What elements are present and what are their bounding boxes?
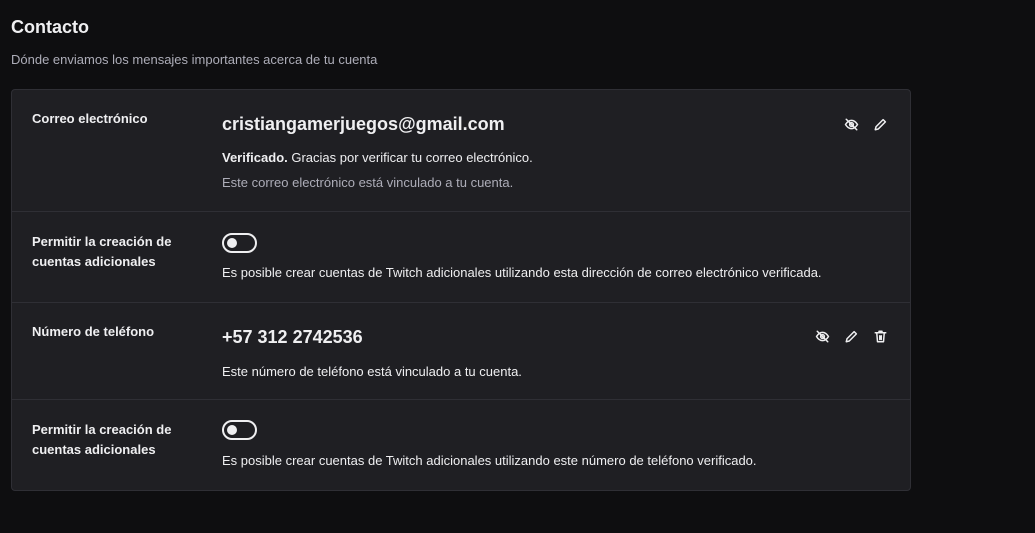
email-linked-text: Este correo electrónico está vinculado a… xyxy=(222,175,514,190)
phone-additional-row: Permitir la creación de cuentas adiciona… xyxy=(12,400,910,490)
email-actions xyxy=(841,114,890,134)
edit-phone-button[interactable] xyxy=(841,326,861,346)
phone-label: Número de teléfono xyxy=(32,324,155,339)
phone-additional-toggle[interactable] xyxy=(222,420,257,440)
email-additional-description: Es posible crear cuentas de Twitch adici… xyxy=(222,265,822,280)
email-additional-label: Permitir la creación de cuentas adiciona… xyxy=(32,234,172,269)
edit-icon xyxy=(874,118,886,130)
phone-linked-text: Este número de teléfono está vinculado a… xyxy=(222,364,522,379)
toggle-knob xyxy=(227,425,237,435)
phone-actions xyxy=(812,326,890,346)
email-label: Correo electrónico xyxy=(32,111,148,126)
phone-additional-description: Es posible crear cuentas de Twitch adici… xyxy=(222,453,757,468)
email-verified-text: Verificado. Gracias por verificar tu cor… xyxy=(222,150,533,165)
verified-message: Gracias por verificar tu correo electrón… xyxy=(287,150,533,165)
section-subtitle: Dónde enviamos los mensajes importantes … xyxy=(11,52,378,67)
phone-value: +57 312 2742536 xyxy=(222,327,363,347)
email-additional-toggle[interactable] xyxy=(222,233,257,253)
verified-bold: Verificado. xyxy=(222,150,288,165)
toggle-knob xyxy=(227,238,237,248)
trash-icon xyxy=(874,330,886,342)
email-value: cristiangamerjuegos@gmail.com xyxy=(222,114,505,134)
phone-additional-label: Permitir la creación de cuentas adiciona… xyxy=(32,422,172,457)
phone-row: Número de teléfono +57 312 2742536 Este … xyxy=(12,303,910,400)
email-additional-row: Permitir la creación de cuentas adiciona… xyxy=(12,212,910,303)
section-title: Contacto xyxy=(11,17,89,37)
email-row: Correo electrónico cristiangamerjuegos@g… xyxy=(12,90,910,212)
contact-card: Correo electrónico cristiangamerjuegos@g… xyxy=(11,89,911,491)
delete-phone-button[interactable] xyxy=(870,326,890,346)
hide-icon xyxy=(815,330,829,342)
hide-icon xyxy=(844,118,858,130)
hide-email-button[interactable] xyxy=(841,114,861,134)
edit-icon xyxy=(845,330,857,342)
hide-phone-button[interactable] xyxy=(812,326,832,346)
edit-email-button[interactable] xyxy=(870,114,890,134)
